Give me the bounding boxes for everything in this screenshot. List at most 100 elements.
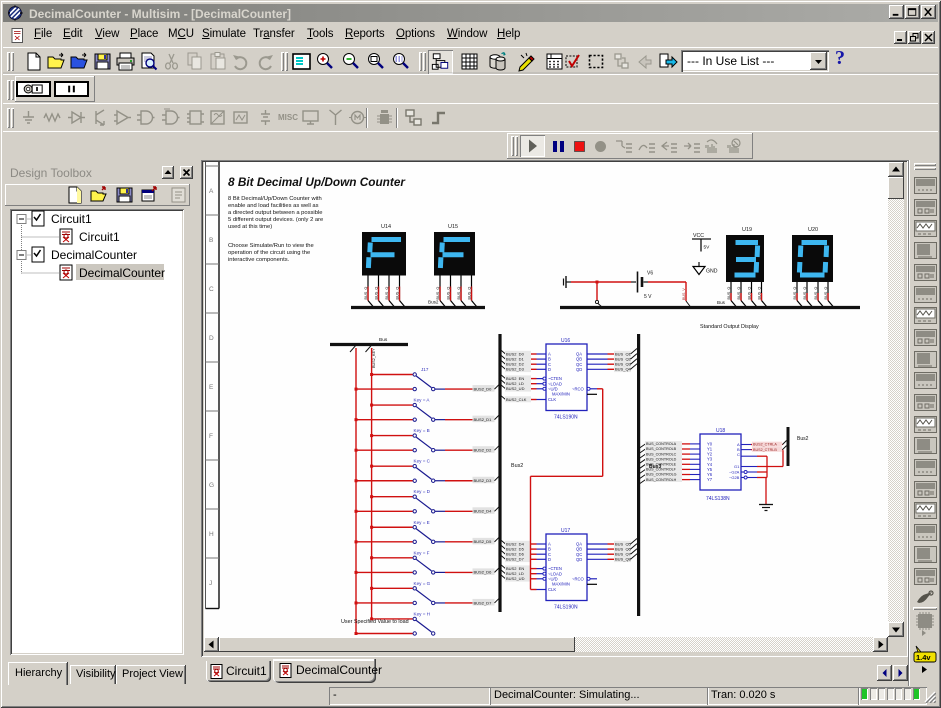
- svg-text:E: E: [209, 384, 214, 391]
- svg-text:MAX/MIN: MAX/MIN: [552, 582, 570, 587]
- svg-text:BUS_Q: BUS_Q: [737, 287, 741, 300]
- svg-text:Key = C: Key = C: [414, 459, 431, 464]
- svg-text:GND: GND: [706, 269, 718, 275]
- svg-text:Bus: Bus: [717, 300, 726, 305]
- svg-text:BUS_Q: BUS_Q: [824, 287, 828, 300]
- svg-text:operation of the circuit using: operation of the circuit using the: [228, 250, 310, 256]
- svg-text:BUS2_D2: BUS2_D2: [474, 448, 493, 453]
- svg-text:Key = H: Key = H: [414, 611, 430, 616]
- svg-text:U19: U19: [742, 227, 752, 233]
- svg-text:U17: U17: [561, 528, 570, 534]
- svg-text:BUS_Q: BUS_Q: [364, 287, 368, 300]
- svg-text:VCC: VCC: [693, 233, 704, 239]
- svg-text:~U/D: ~U/D: [548, 576, 558, 581]
- svg-text:~G2B: ~G2B: [729, 475, 740, 480]
- svg-text:MISC: MISC: [278, 113, 298, 122]
- svg-text:BUS_Q: BUS_Q: [457, 287, 461, 300]
- svg-text:BUS_Q: BUS_Q: [447, 287, 451, 300]
- svg-text:8 Bit Decimal/Up/Down Counter: 8 Bit Decimal/Up/Down Counter with: [228, 196, 322, 202]
- svg-text:BUS_Q: BUS_Q: [758, 287, 762, 300]
- svg-text:BUS2_CTRLB: BUS2_CTRLB: [753, 448, 777, 452]
- svg-text:BUS_Q: BUS_Q: [436, 287, 440, 300]
- svg-text:Bus2: Bus2: [797, 436, 809, 442]
- svg-text:CLK: CLK: [548, 397, 556, 402]
- svg-text:74LS138N: 74LS138N: [706, 496, 730, 502]
- svg-text:U18: U18: [716, 428, 725, 434]
- svg-text:DecimalCounter: DecimalCounter: [79, 266, 165, 280]
- svg-text:QD: QD: [576, 367, 582, 372]
- svg-text:BUS_CONTROLC: BUS_CONTROLC: [646, 452, 677, 456]
- svg-text:BUS2_UD: BUS2_UD: [506, 576, 525, 581]
- svg-text:B: B: [209, 237, 213, 244]
- svg-text:QD: QD: [576, 557, 582, 562]
- svg-text:BUS_CONTROLD: BUS_CONTROLD: [646, 457, 677, 461]
- svg-text:CLK: CLK: [548, 587, 556, 592]
- svg-text:U15: U15: [448, 224, 458, 230]
- svg-text:BUS_CONTROLH: BUS_CONTROLH: [646, 478, 677, 482]
- svg-text:BUS2_D3: BUS2_D3: [506, 367, 525, 372]
- svg-text:Key = G: Key = G: [414, 581, 431, 586]
- svg-text:Choose Simulate/Run to view th: Choose Simulate/Run to view the: [228, 243, 314, 249]
- svg-text:Key = E: Key = E: [414, 520, 430, 525]
- svg-text:BUS2_D5: BUS2_D5: [474, 539, 493, 544]
- svg-text:BUS_Q: BUS_Q: [375, 287, 379, 300]
- svg-text:BUS_V: BUS_V: [682, 288, 686, 300]
- svg-text:~U/D: ~U/D: [548, 386, 558, 391]
- svg-text:J17: J17: [421, 367, 429, 372]
- svg-text:BUS2_UD: BUS2_UD: [506, 386, 525, 391]
- svg-text:C: C: [737, 452, 740, 457]
- svg-text:H: H: [209, 531, 214, 538]
- svg-text:BUS2_CLK: BUS2_CLK: [506, 397, 527, 402]
- svg-text:BUS_Q: BUS_Q: [793, 287, 797, 300]
- svg-text:BUS_Q: BUS_Q: [396, 287, 400, 300]
- svg-text:BUS2_KEY: BUS2_KEY: [372, 348, 376, 368]
- svg-text:BUS_Q: BUS_Q: [385, 287, 389, 300]
- svg-text:~RCO: ~RCO: [572, 576, 584, 581]
- svg-text:Key = F: Key = F: [414, 550, 430, 555]
- svg-text:BUS2_D6: BUS2_D6: [474, 570, 493, 575]
- svg-text:1.4v: 1.4v: [916, 653, 931, 662]
- svg-text:BUS2_D3: BUS2_D3: [474, 478, 493, 483]
- svg-text:used at this time): used at this time): [228, 224, 272, 230]
- svg-text:BUS_CONTROLB: BUS_CONTROLB: [646, 447, 677, 451]
- svg-text:Key = D: Key = D: [414, 489, 431, 494]
- svg-text:BUS_Q: BUS_Q: [468, 287, 472, 300]
- svg-text:5 different output devices. (o: 5 different output devices. (only 2 are: [228, 217, 323, 223]
- svg-text:Key = B: Key = B: [414, 428, 430, 433]
- svg-text:BUS_Q4: BUS_Q4: [615, 367, 632, 372]
- svg-text:74LS190N: 74LS190N: [554, 605, 578, 611]
- svg-text:Bus2: Bus2: [428, 300, 439, 305]
- svg-text:F: F: [209, 433, 213, 440]
- svg-text:BUS2_D1: BUS2_D1: [474, 417, 493, 422]
- svg-text:74LS190N: 74LS190N: [554, 415, 578, 421]
- svg-text:Standard Output Display: Standard Output Display: [700, 324, 759, 330]
- svg-text:U16: U16: [561, 338, 570, 344]
- svg-text:5V: 5V: [704, 245, 711, 251]
- svg-text:~RCO: ~RCO: [572, 386, 584, 391]
- svg-text:User Specified Value to load: User Specified Value to load: [341, 619, 409, 625]
- svg-text:U20: U20: [808, 227, 818, 233]
- svg-text:MAX/MIN: MAX/MIN: [552, 392, 570, 397]
- svg-text:U14: U14: [381, 224, 391, 230]
- svg-text:BUS_Q8: BUS_Q8: [615, 557, 632, 562]
- svg-text:G: G: [209, 482, 214, 489]
- svg-text:~G2A: ~G2A: [729, 470, 740, 475]
- svg-text:BUS_Q: BUS_Q: [727, 287, 731, 300]
- svg-text:Y7: Y7: [707, 477, 713, 482]
- svg-text:BUS_Q: BUS_Q: [814, 287, 818, 300]
- svg-text:BUS_CONTROLA: BUS_CONTROLA: [646, 442, 677, 446]
- svg-text:A: A: [209, 188, 214, 195]
- svg-text:V6: V6: [647, 271, 653, 277]
- svg-text:G1: G1: [734, 464, 740, 469]
- svg-text:BUS2_D4: BUS2_D4: [474, 509, 493, 514]
- svg-text:D: D: [548, 367, 551, 372]
- svg-text:interactive components.: interactive components.: [228, 257, 290, 263]
- svg-text:D: D: [548, 557, 551, 562]
- svg-text:Bus3: Bus3: [649, 464, 661, 470]
- svg-text:DecimalCounter: DecimalCounter: [51, 248, 137, 262]
- svg-text:BUS2_CTRLA: BUS2_CTRLA: [753, 443, 777, 447]
- svg-text:BUS2_D7: BUS2_D7: [474, 600, 493, 605]
- svg-text:8 Bit Decimal Up/Down Counter: 8 Bit Decimal Up/Down Counter: [228, 175, 406, 189]
- svg-text:BUS_CONTROLG: BUS_CONTROLG: [646, 473, 677, 477]
- svg-text:Circuit1: Circuit1: [79, 230, 120, 244]
